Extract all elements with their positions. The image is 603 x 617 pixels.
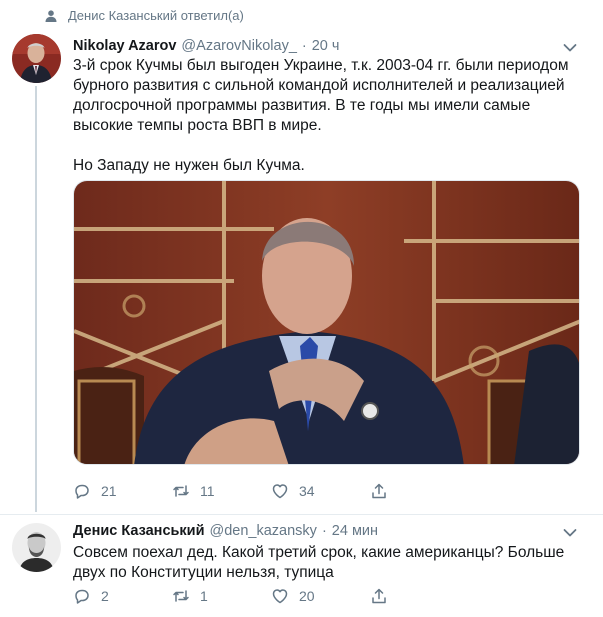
- avatar[interactable]: [12, 34, 61, 83]
- tweet-paragraph: Но Западу не нужен был Кучма.: [73, 157, 305, 174]
- chevron-down-icon[interactable]: [563, 525, 577, 537]
- author-name[interactable]: Денис Казанський: [73, 523, 205, 539]
- retweet-icon: [173, 485, 189, 497]
- heart-icon: [272, 484, 288, 499]
- heart-icon: [272, 589, 288, 604]
- avatar[interactable]: [12, 523, 61, 572]
- like-count: 20: [299, 588, 315, 604]
- timestamp[interactable]: 24 мин: [332, 523, 378, 539]
- tweet-header: Nikolay Azarov @AzarovNikolay_ · 20 ч: [73, 38, 573, 54]
- reply-context-text[interactable]: Денис Казанський ответил(а): [68, 8, 244, 23]
- author-name[interactable]: Nikolay Azarov: [73, 38, 176, 54]
- tweet-paragraph: Совсем поехал дед. Какой третий срок, ка…: [73, 544, 565, 581]
- retweet-count: 1: [200, 588, 208, 604]
- tweet-kazansky[interactable]: Денис Казанський @den_kazansky · 24 мин …: [0, 514, 603, 617]
- share-button[interactable]: [370, 482, 469, 500]
- share-button[interactable]: [370, 587, 469, 605]
- like-count: 34: [299, 483, 315, 499]
- reply-count: 21: [101, 483, 117, 499]
- like-button[interactable]: 20: [271, 587, 370, 605]
- reply-icon: [75, 589, 89, 604]
- person-icon: [44, 9, 58, 23]
- author-handle[interactable]: @den_kazansky: [210, 523, 317, 539]
- tweet-actions: 21 11 34: [73, 482, 469, 500]
- tweet-paragraph: 3-й срок Кучмы был выгоден Украине, т.к.…: [73, 57, 569, 134]
- tweet-actions: 2 1 20: [73, 587, 469, 605]
- tweet-azarov[interactable]: Nikolay Azarov @AzarovNikolay_ · 20 ч 3-…: [0, 32, 603, 510]
- chevron-down-icon[interactable]: [563, 40, 577, 52]
- timestamp[interactable]: 20 ч: [312, 38, 340, 54]
- tweet-text: 3-й срок Кучмы был выгоден Украине, т.к.…: [73, 56, 583, 176]
- separator-dot: ·: [321, 523, 327, 539]
- reply-button[interactable]: 21: [73, 482, 172, 500]
- like-button[interactable]: 34: [271, 482, 370, 500]
- retweet-button[interactable]: 11: [172, 482, 271, 500]
- tweet-photo[interactable]: [73, 180, 580, 465]
- separator-dot: ·: [301, 38, 307, 54]
- share-icon: [372, 588, 386, 604]
- retweet-icon: [173, 590, 189, 602]
- reply-context: Денис Казанський ответил(а): [44, 8, 244, 23]
- author-handle[interactable]: @AzarovNikolay_: [181, 38, 296, 54]
- reply-button[interactable]: 2: [73, 587, 172, 605]
- share-icon: [372, 483, 386, 499]
- tweet-header: Денис Казанський @den_kazansky · 24 мин: [73, 523, 573, 539]
- retweet-count: 11: [200, 483, 215, 499]
- retweet-button[interactable]: 1: [172, 587, 271, 605]
- tweet-text: Совсем поехал дед. Какой третий срок, ка…: [73, 543, 583, 583]
- reply-icon: [75, 484, 89, 499]
- reply-count: 2: [101, 588, 109, 604]
